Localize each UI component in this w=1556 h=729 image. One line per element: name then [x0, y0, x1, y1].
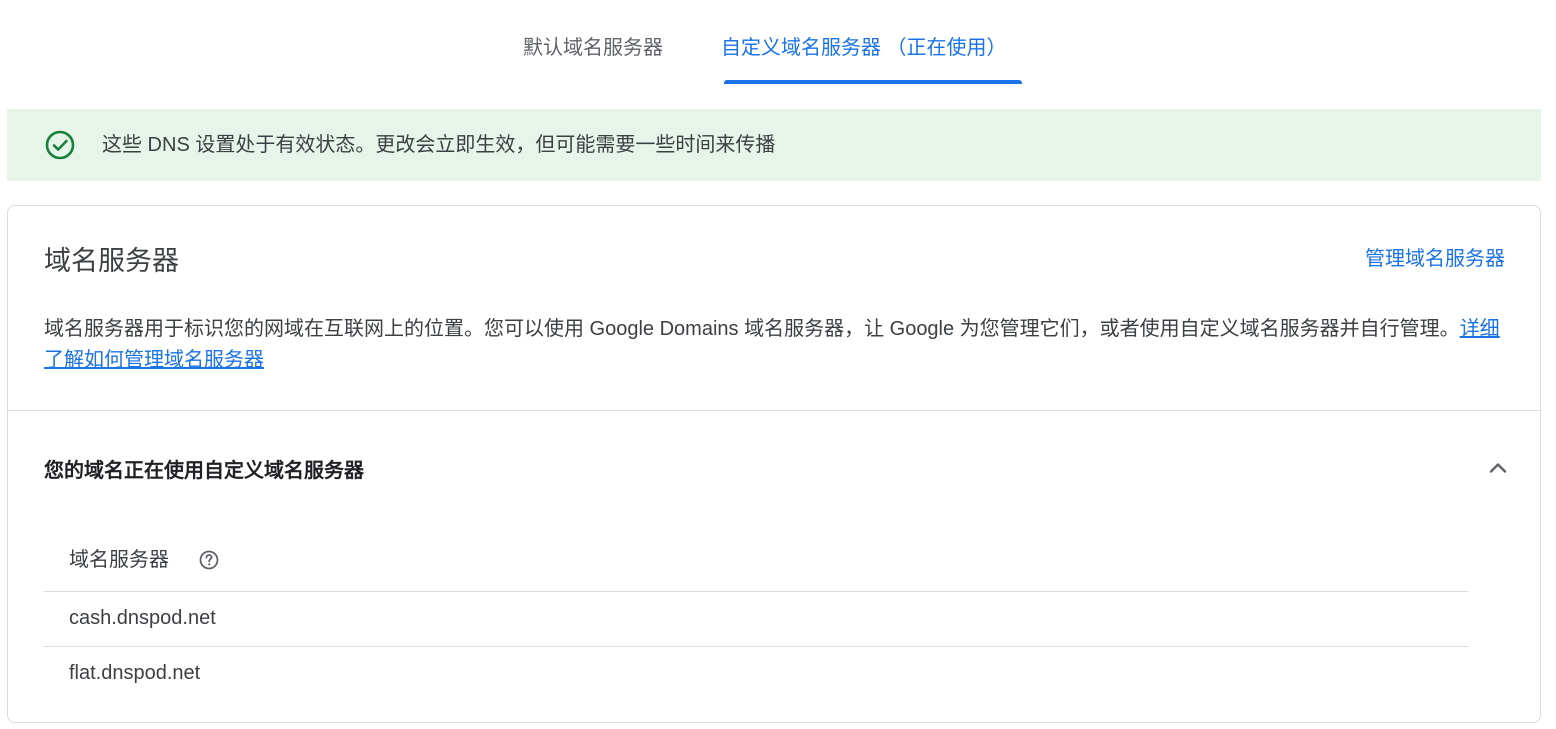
description-text: 域名服务器用于标识您的网域在互联网上的位置。您可以使用 Google Domai… — [44, 318, 1460, 340]
help-icon[interactable] — [198, 549, 220, 571]
card-description: 域名服务器用于标识您的网域在互联网上的位置。您可以使用 Google Domai… — [44, 314, 1504, 376]
check-circle-icon — [45, 130, 75, 160]
status-banner-text: 这些 DNS 设置处于有效状态。更改会立即生效，但可能需要一些时间来传播 — [102, 134, 776, 156]
section-title: 您的域名正在使用自定义域名服务器 — [44, 460, 364, 482]
tab-default-nameservers[interactable]: 默认域名服务器 — [523, 34, 663, 62]
nameserver-tabs: 默认域名服务器 自定义域名服务器 （正在使用） — [0, 0, 1556, 86]
chevron-up-icon[interactable] — [1486, 456, 1510, 480]
divider — [8, 410, 1540, 411]
manage-nameservers-link[interactable]: 管理域名服务器 — [1365, 245, 1505, 273]
tab-custom-nameservers[interactable]: 自定义域名服务器 （正在使用） — [721, 34, 1007, 62]
table-row: cash.dnspod.net — [44, 592, 1468, 647]
card-title: 域名服务器 — [44, 246, 179, 276]
active-tab-indicator — [724, 80, 1022, 84]
nameserver-table-header: 域名服务器 — [44, 540, 1468, 592]
table-row: flat.dnspod.net — [44, 647, 1468, 701]
nameservers-card: 域名服务器 管理域名服务器 域名服务器用于标识您的网域在互联网上的位置。您可以使… — [7, 205, 1541, 723]
status-banner: 这些 DNS 设置处于有效状态。更改会立即生效，但可能需要一些时间来传播 — [7, 109, 1541, 181]
table-header-label: 域名服务器 — [69, 549, 169, 571]
nameserver-value: flat.dnspod.net — [69, 662, 201, 684]
nameserver-value: cash.dnspod.net — [69, 607, 216, 629]
